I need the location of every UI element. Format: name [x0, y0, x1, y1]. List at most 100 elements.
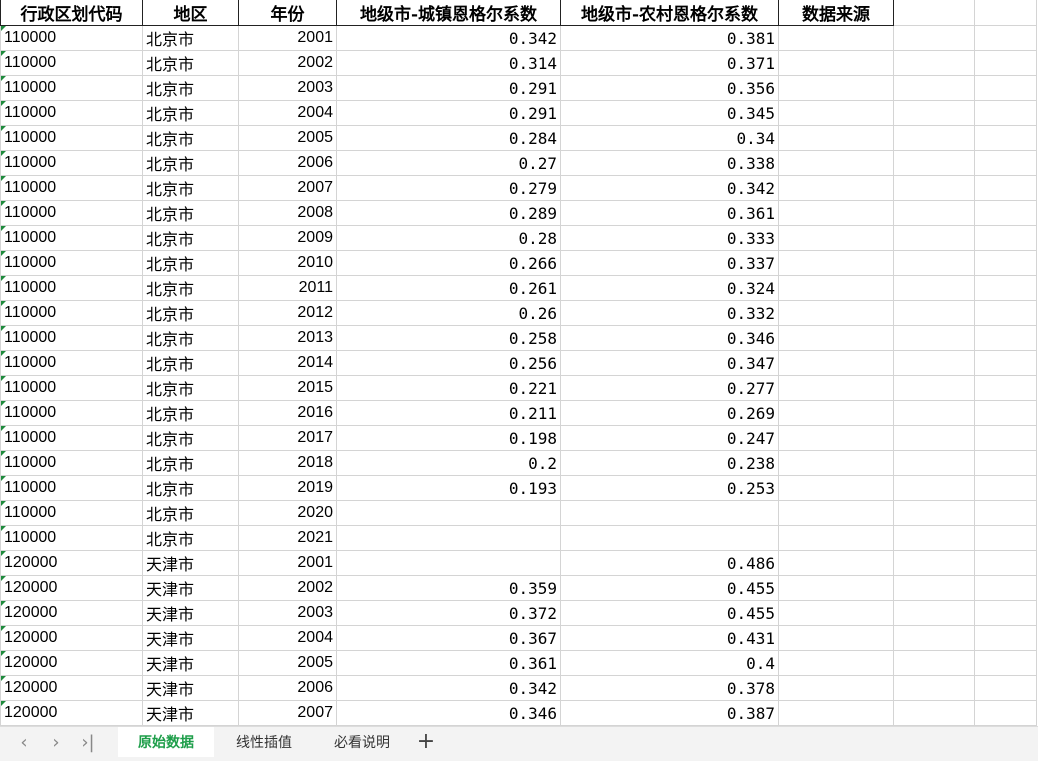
cell-empty[interactable] [893, 425, 975, 451]
cell-empty[interactable] [893, 325, 975, 351]
header-cell-empty[interactable] [893, 0, 975, 26]
cell-source[interactable] [778, 75, 894, 101]
cell-rural-engel[interactable] [560, 525, 779, 551]
cell-urban-engel[interactable]: 0.2 [336, 450, 561, 476]
cell-year[interactable]: 2018 [238, 450, 337, 476]
cell-region[interactable]: 天津市 [142, 675, 239, 701]
cell-code[interactable]: 120000 [0, 575, 143, 601]
cell-urban-engel[interactable]: 0.361 [336, 650, 561, 676]
cell-region[interactable]: 北京市 [142, 250, 239, 276]
cell-urban-engel[interactable] [336, 550, 561, 576]
cell-empty[interactable] [974, 700, 1037, 726]
cell-source[interactable] [778, 400, 894, 426]
cell-region[interactable]: 天津市 [142, 625, 239, 651]
cell-source[interactable] [778, 50, 894, 76]
cell-empty[interactable] [974, 375, 1037, 401]
cell-empty[interactable] [893, 275, 975, 301]
cell-rural-engel[interactable]: 0.324 [560, 275, 779, 301]
cell-empty[interactable] [974, 250, 1037, 276]
cell-year[interactable]: 2007 [238, 175, 337, 201]
cell-source[interactable] [778, 250, 894, 276]
cell-empty[interactable] [974, 525, 1037, 551]
cell-empty[interactable] [974, 350, 1037, 376]
cell-code[interactable]: 120000 [0, 650, 143, 676]
cell-code[interactable]: 110000 [0, 150, 143, 176]
cell-rural-engel[interactable]: 0.371 [560, 50, 779, 76]
cell-code[interactable]: 110000 [0, 275, 143, 301]
cell-rural-engel[interactable]: 0.269 [560, 400, 779, 426]
cell-rural-engel[interactable]: 0.346 [560, 325, 779, 351]
cell-rural-engel[interactable]: 0.247 [560, 425, 779, 451]
cell-empty[interactable] [893, 300, 975, 326]
cell-urban-engel[interactable]: 0.279 [336, 175, 561, 201]
last-sheet-button[interactable]: ›| [76, 731, 100, 755]
cell-rural-engel[interactable]: 0.333 [560, 225, 779, 251]
cell-urban-engel[interactable]: 0.291 [336, 100, 561, 126]
cell-year[interactable]: 2001 [238, 550, 337, 576]
cell-year[interactable]: 2003 [238, 75, 337, 101]
cell-rural-engel[interactable]: 0.378 [560, 675, 779, 701]
cell-source[interactable] [778, 600, 894, 626]
cell-urban-engel[interactable]: 0.28 [336, 225, 561, 251]
cell-rural-engel[interactable]: 0.455 [560, 600, 779, 626]
cell-year[interactable]: 2002 [238, 50, 337, 76]
cell-rural-engel[interactable]: 0.486 [560, 550, 779, 576]
cell-source[interactable] [778, 200, 894, 226]
header-cell-year[interactable]: 年份 [238, 0, 337, 26]
cell-code[interactable]: 110000 [0, 125, 143, 151]
cell-rural-engel[interactable]: 0.337 [560, 250, 779, 276]
cell-urban-engel[interactable]: 0.346 [336, 700, 561, 726]
cell-rural-engel[interactable]: 0.253 [560, 475, 779, 501]
cell-region[interactable]: 北京市 [142, 25, 239, 51]
cell-year[interactable]: 2011 [238, 275, 337, 301]
cell-source[interactable] [778, 675, 894, 701]
cell-urban-engel[interactable]: 0.26 [336, 300, 561, 326]
cell-empty[interactable] [974, 425, 1037, 451]
spreadsheet-grid[interactable]: 行政区划代码 地区 年份 地级市-城镇恩格尔系数 地级市-农村恩格尔系数 数据来… [0, 0, 1038, 726]
cell-region[interactable]: 北京市 [142, 300, 239, 326]
cell-rural-engel[interactable]: 0.34 [560, 125, 779, 151]
cell-year[interactable]: 2019 [238, 475, 337, 501]
cell-region[interactable]: 北京市 [142, 50, 239, 76]
cell-urban-engel[interactable]: 0.367 [336, 625, 561, 651]
cell-empty[interactable] [974, 650, 1037, 676]
cell-year[interactable]: 2017 [238, 425, 337, 451]
cell-rural-engel[interactable]: 0.387 [560, 700, 779, 726]
cell-empty[interactable] [893, 375, 975, 401]
cell-empty[interactable] [893, 550, 975, 576]
cell-year[interactable]: 2007 [238, 700, 337, 726]
cell-year[interactable]: 2015 [238, 375, 337, 401]
cell-year[interactable]: 2012 [238, 300, 337, 326]
cell-rural-engel[interactable]: 0.345 [560, 100, 779, 126]
header-cell-urban-engel[interactable]: 地级市-城镇恩格尔系数 [336, 0, 561, 26]
cell-empty[interactable] [974, 500, 1037, 526]
cell-rural-engel[interactable]: 0.431 [560, 625, 779, 651]
cell-empty[interactable] [893, 625, 975, 651]
cell-year[interactable]: 2021 [238, 525, 337, 551]
cell-urban-engel[interactable]: 0.266 [336, 250, 561, 276]
cell-region[interactable]: 北京市 [142, 100, 239, 126]
cell-rural-engel[interactable]: 0.455 [560, 575, 779, 601]
cell-code[interactable]: 110000 [0, 325, 143, 351]
cell-rural-engel[interactable]: 0.277 [560, 375, 779, 401]
cell-region[interactable]: 北京市 [142, 400, 239, 426]
cell-code[interactable]: 110000 [0, 25, 143, 51]
cell-region[interactable]: 北京市 [142, 75, 239, 101]
cell-urban-engel[interactable] [336, 525, 561, 551]
cell-urban-engel[interactable]: 0.27 [336, 150, 561, 176]
cell-region[interactable]: 北京市 [142, 525, 239, 551]
cell-rural-engel[interactable]: 0.332 [560, 300, 779, 326]
cell-empty[interactable] [893, 175, 975, 201]
cell-rural-engel[interactable]: 0.238 [560, 450, 779, 476]
cell-rural-engel[interactable]: 0.356 [560, 75, 779, 101]
cell-urban-engel[interactable]: 0.342 [336, 675, 561, 701]
cell-source[interactable] [778, 350, 894, 376]
cell-source[interactable] [778, 575, 894, 601]
cell-code[interactable]: 120000 [0, 625, 143, 651]
cell-source[interactable] [778, 225, 894, 251]
cell-source[interactable] [778, 275, 894, 301]
cell-empty[interactable] [893, 500, 975, 526]
cell-empty[interactable] [893, 400, 975, 426]
cell-year[interactable]: 2014 [238, 350, 337, 376]
cell-region[interactable]: 天津市 [142, 575, 239, 601]
